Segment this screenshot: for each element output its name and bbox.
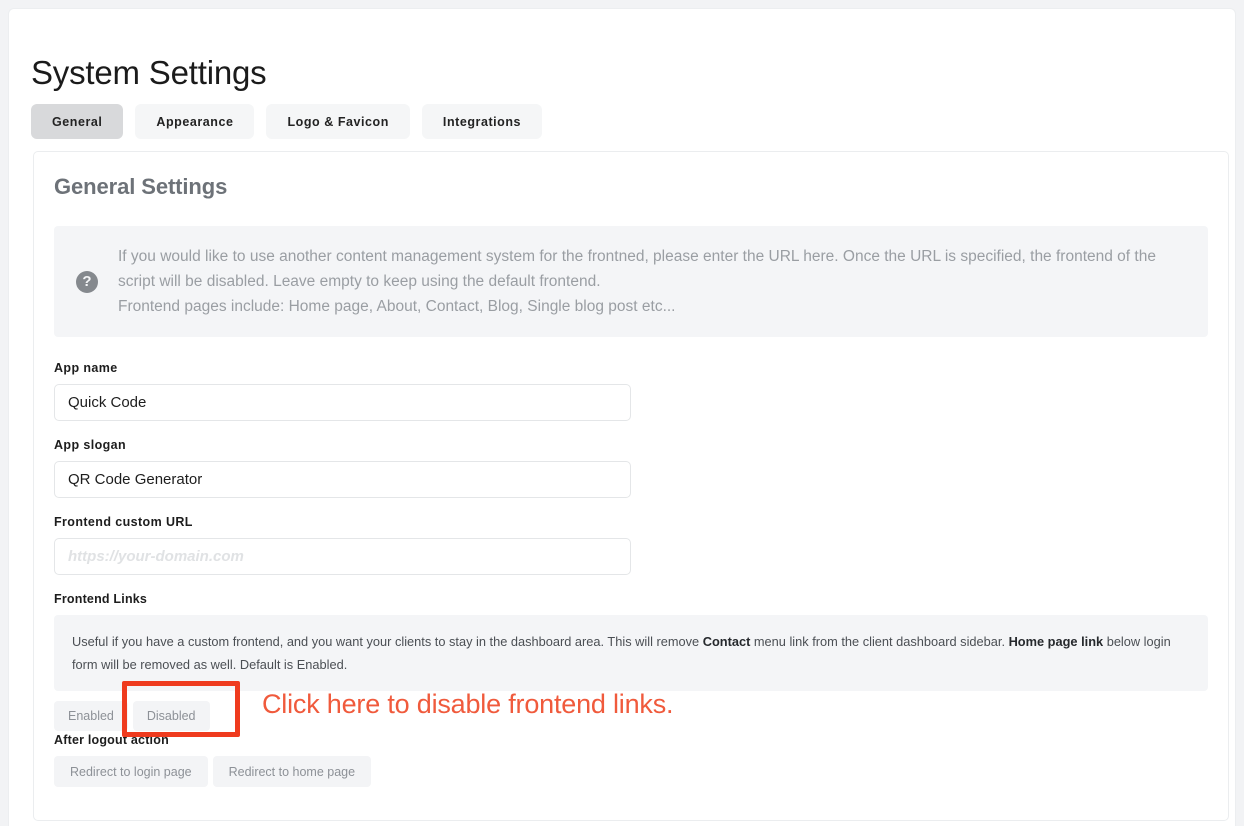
frontend-links-note: Useful if you have a custom frontend, an… — [54, 615, 1208, 691]
frontend-url-input[interactable] — [54, 538, 631, 575]
after-logout-toggle-group: Redirect to login page Redirect to home … — [54, 756, 1208, 787]
tab-appearance[interactable]: Appearance — [135, 104, 255, 139]
settings-tabs: General Appearance Logo & Favicon Integr… — [31, 104, 543, 139]
info-alert-line-2: Frontend pages include: Home page, About… — [118, 298, 676, 315]
tab-logo-favicon[interactable]: Logo & Favicon — [266, 104, 410, 139]
note-bold-home-page-link: Home page link — [1008, 634, 1104, 649]
tab-general[interactable]: General — [31, 104, 124, 139]
frontend-links-label: Frontend Links — [54, 592, 148, 606]
frontend-links-toggle-group: Enabled Disabled — [54, 701, 1208, 731]
page-title: System Settings — [31, 54, 267, 92]
field-app-name: App name — [54, 361, 1208, 421]
note-text-1: Useful if you have a custom frontend, an… — [72, 634, 703, 649]
app-name-label: App name — [54, 361, 118, 375]
frontend-url-label: Frontend custom URL — [54, 515, 193, 529]
note-bold-contact: Contact — [702, 634, 751, 649]
info-alert: ? If you would like to use another conte… — [54, 226, 1208, 337]
card-title: General Settings — [54, 174, 228, 199]
page-panel: System Settings General Appearance Logo … — [8, 8, 1236, 826]
info-alert-text: If you would like to use another content… — [118, 244, 1188, 319]
general-settings-card: General Settings ? If you would like to … — [33, 151, 1229, 821]
app-slogan-label: App slogan — [54, 438, 127, 452]
frontend-links-section: Frontend Links Useful if you have a cust… — [54, 592, 1208, 731]
redirect-to-login-page-button[interactable]: Redirect to login page — [54, 756, 208, 787]
app-name-input[interactable] — [54, 384, 631, 421]
help-circle-icon: ? — [76, 270, 98, 293]
info-alert-line-1: If you would like to use another content… — [118, 248, 1156, 290]
frontend-links-disabled-button[interactable]: Disabled — [132, 701, 210, 731]
after-logout-section: After logout action Redirect to login pa… — [54, 733, 1208, 787]
field-app-slogan: App slogan — [54, 438, 1208, 498]
frontend-links-enabled-button[interactable]: Enabled — [54, 701, 128, 731]
redirect-to-home-page-button[interactable]: Redirect to home page — [212, 756, 372, 787]
tab-integrations[interactable]: Integrations — [421, 104, 543, 139]
app-slogan-input[interactable] — [54, 461, 631, 498]
field-frontend-url: Frontend custom URL — [54, 515, 1208, 575]
note-text-2: menu link from the client dashboard side… — [750, 634, 1009, 649]
after-logout-label: After logout action — [54, 733, 169, 747]
settings-page: System Settings General Appearance Logo … — [0, 0, 1244, 826]
